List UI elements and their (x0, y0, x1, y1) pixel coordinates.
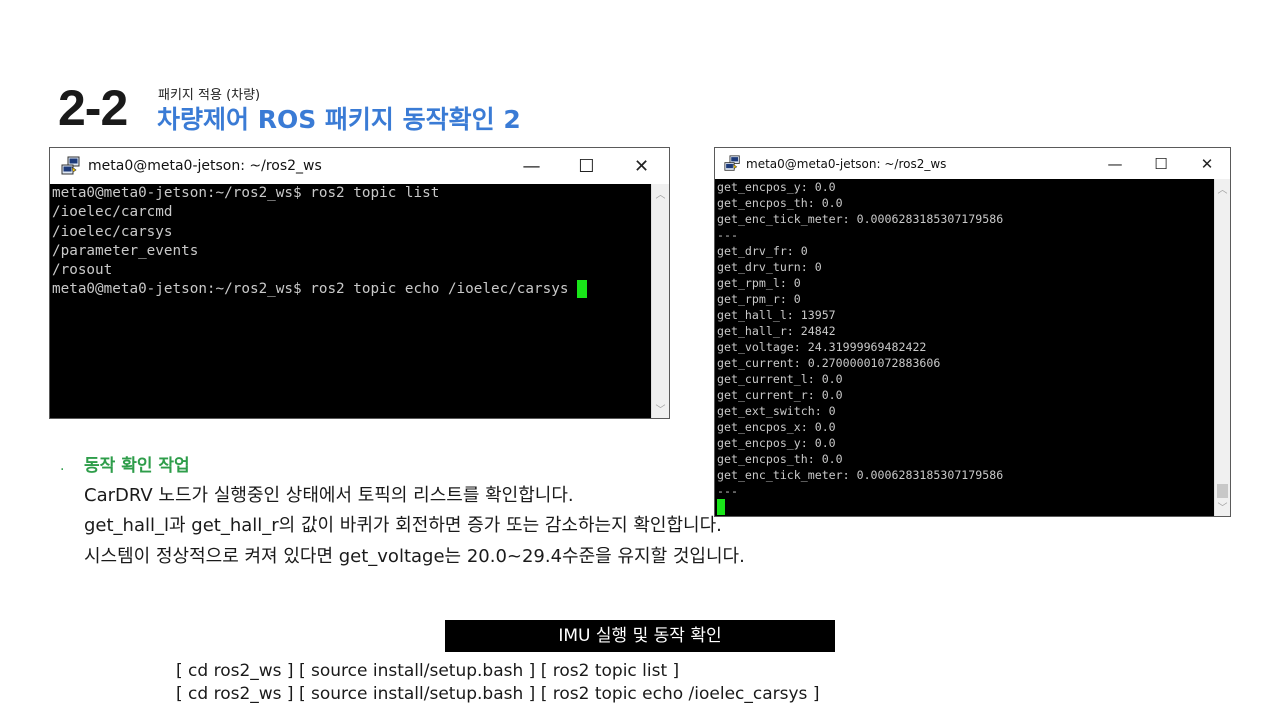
scroll-up-icon[interactable]: ︿ (1215, 181, 1230, 196)
section-subtitle: 패키지 적용 (차량) (158, 88, 261, 103)
terminal-line: /rosout (52, 262, 113, 279)
terminal-prompt-line: meta0@meta0-jetson:~/ros2_ws$ ros2 topic… (52, 280, 651, 299)
minimize-icon[interactable]: — (504, 148, 559, 184)
terminal-line: /ioelec/carcmd (52, 204, 173, 221)
terminal-window-topic-echo[interactable]: meta0@meta0-jetson: ~/ros2_ws — ☐ ✕ get_… (714, 147, 1231, 517)
terminal-output[interactable]: meta0@meta0-jetson:~/ros2_ws$ ros2 topic… (50, 184, 651, 418)
page-title: 차량제어 ROS 패키지 동작확인 2 (157, 105, 521, 134)
terminal-line: get_encpos_y: 0.0 (717, 180, 836, 194)
terminal-line: get_rpm_r: 0 (717, 292, 801, 306)
bullet-heading: 동작 확인 작업 (84, 456, 190, 476)
window-title: meta0@meta0-jetson: ~/ros2_ws (88, 158, 322, 174)
scroll-down-icon[interactable]: ﹀ (652, 401, 669, 416)
terminal-line-text: meta0@meta0-jetson:~/ros2_ws$ ros2 topic… (52, 281, 578, 298)
terminal-line: --- (717, 228, 738, 242)
terminal-line: get_hall_r: 24842 (717, 324, 836, 338)
scrollbar-thumb[interactable] (1217, 484, 1228, 498)
maximize-icon[interactable]: ☐ (1138, 148, 1184, 179)
terminal-line: /parameter_events (52, 242, 199, 259)
vertical-scrollbar[interactable]: ︿ ﹀ (1214, 179, 1230, 516)
description-line: 시스템이 정상적으로 켜져 있다면 get_voltage는 20.0~29.4… (84, 546, 745, 567)
putty-icon[interactable] (723, 155, 741, 173)
putty-icon[interactable] (60, 155, 82, 177)
terminal-line: get_enc_tick_meter: 0.000628318530717958… (717, 212, 1004, 226)
imu-section-label: IMU 실행 및 동작 확인 (445, 620, 835, 652)
maximize-icon[interactable]: ☐ (559, 148, 614, 184)
scroll-down-icon[interactable]: ﹀ (1215, 499, 1230, 514)
terminal-cursor-line (717, 499, 1214, 515)
terminal-cursor (717, 499, 725, 515)
close-icon[interactable]: ✕ (1184, 148, 1230, 179)
minimize-icon[interactable]: — (1092, 148, 1138, 179)
terminal-line: get_enc_tick_meter: 0.000628318530717958… (717, 468, 1004, 482)
terminal-line: get_voltage: 24.31999969482422 (717, 340, 927, 354)
terminal-line: /ioelec/carsys (52, 223, 173, 240)
close-icon[interactable]: ✕ (614, 148, 669, 184)
terminal-line: get_encpos_y: 0.0 (717, 436, 836, 450)
command-line: [ cd ros2_ws ] [ source install/setup.ba… (176, 661, 680, 681)
terminal-line: get_ext_switch: 0 (717, 404, 836, 418)
terminal-line: get_drv_fr: 0 (717, 244, 808, 258)
bullet-dot: · (60, 462, 65, 478)
terminal-line: get_encpos_th: 0.0 (717, 452, 843, 466)
terminal-window-topic-list[interactable]: meta0@meta0-jetson: ~/ros2_ws — ☐ ✕ meta… (49, 147, 670, 419)
terminal-line: get_rpm_l: 0 (717, 276, 801, 290)
terminal-line: meta0@meta0-jetson:~/ros2_ws$ ros2 topic… (52, 185, 440, 201)
terminal-cursor (577, 280, 588, 299)
description-line: CarDRV 노드가 실행중인 상태에서 토픽의 리스트를 확인합니다. (84, 485, 574, 506)
terminal-line: get_drv_turn: 0 (717, 260, 822, 274)
section-number: 2-2 (58, 80, 128, 136)
terminal-line: get_current_r: 0.0 (717, 388, 843, 402)
window-title: meta0@meta0-jetson: ~/ros2_ws (746, 156, 947, 171)
description-line: get_hall_l과 get_hall_r의 값이 바퀴가 회전하면 증가 또… (84, 515, 722, 536)
terminal-line: get_hall_l: 13957 (717, 308, 836, 322)
command-line: [ cd ros2_ws ] [ source install/setup.ba… (176, 684, 820, 704)
terminal-line: get_current_l: 0.0 (717, 372, 843, 386)
window-titlebar[interactable]: meta0@meta0-jetson: ~/ros2_ws — ☐ ✕ (715, 148, 1230, 179)
terminal-line: --- (717, 484, 738, 498)
terminal-line: get_current: 0.27000001072883606 (717, 356, 941, 370)
terminal-line: get_encpos_th: 0.0 (717, 196, 843, 210)
scroll-up-icon[interactable]: ︿ (652, 186, 669, 201)
vertical-scrollbar[interactable]: ︿ ﹀ (651, 184, 669, 418)
window-titlebar[interactable]: meta0@meta0-jetson: ~/ros2_ws — ☐ ✕ (50, 148, 669, 184)
terminal-output[interactable]: get_encpos_y: 0.0 get_encpos_th: 0.0 get… (715, 179, 1214, 516)
terminal-line: get_encpos_x: 0.0 (717, 420, 836, 434)
